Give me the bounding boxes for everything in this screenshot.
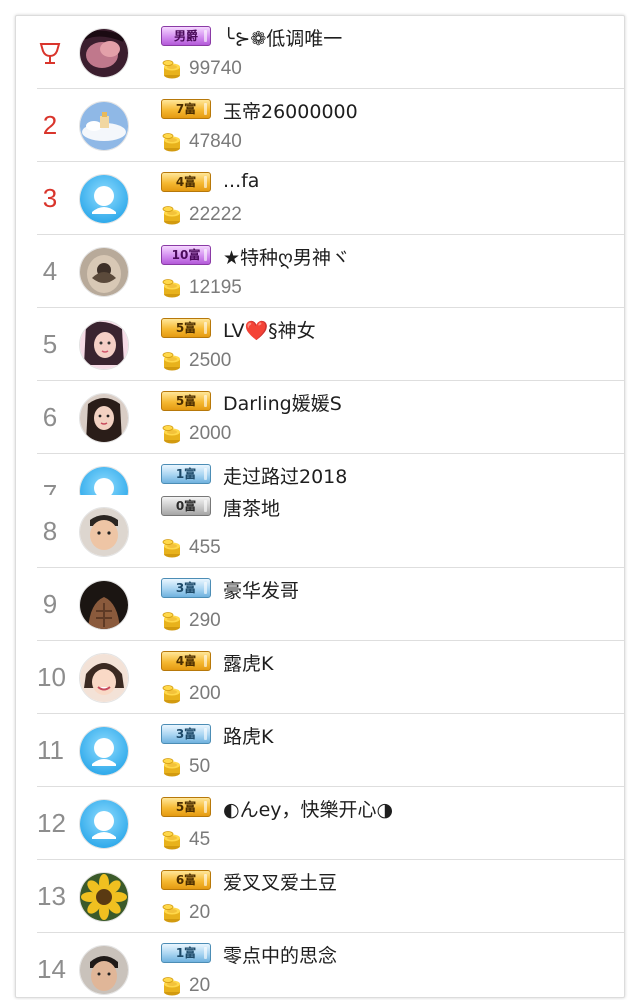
user-name[interactable]: 露虎K bbox=[223, 649, 273, 676]
user-name[interactable]: 唐茶地 bbox=[223, 494, 280, 521]
leaderboard-panel: 男爵 ╰⊱❁低调唯一 99740 2 7富 玉帝26000000 47840 3 4富 ...fa… bbox=[15, 15, 625, 998]
rank-number: 13 bbox=[37, 881, 66, 911]
leaderboard-row[interactable]: 男爵 ╰⊱❁低调唯一 99740 bbox=[37, 16, 624, 89]
rank-number: 4 bbox=[42, 256, 58, 286]
coin-score: 45 bbox=[189, 829, 211, 850]
user-name[interactable]: ◐んey，快樂开心◑ bbox=[223, 795, 393, 822]
user-name[interactable]: Darling媛媛S bbox=[223, 389, 342, 416]
coin-score: 50 bbox=[189, 756, 211, 777]
coin-icon bbox=[161, 756, 183, 778]
leaderboard-row[interactable]: 12 5富 ◐んey，快樂开心◑ 45 bbox=[37, 787, 624, 860]
coin-icon bbox=[161, 829, 183, 851]
wealth-badge: 1富 bbox=[161, 943, 211, 963]
leaderboard-row[interactable]: 11 3富 路虎K 50 bbox=[37, 714, 624, 787]
coin-score: 22222 bbox=[189, 204, 242, 225]
user-name[interactable]: LV❤️§神女 bbox=[223, 316, 316, 343]
coin-score: 455 bbox=[189, 537, 221, 558]
leaderboard-row[interactable]: 14 1富 零点中的思念 20 bbox=[37, 933, 624, 997]
user-name[interactable]: ...fa bbox=[223, 170, 259, 192]
avatar[interactable] bbox=[79, 247, 129, 297]
avatar[interactable] bbox=[79, 101, 129, 151]
leaderboard-row[interactable]: 9 3富 豪华发哥 290 bbox=[37, 568, 624, 641]
wealth-badge: 10富 bbox=[161, 245, 211, 265]
rank-number: 2 bbox=[42, 110, 58, 140]
leaderboard-row[interactable]: 4 10富 ★特种ღ男神ヾ 12195 bbox=[37, 235, 624, 308]
rank-number: 12 bbox=[37, 808, 66, 838]
coin-score: 12195 bbox=[189, 277, 242, 298]
leaderboard-row[interactable]: 10 4富 露虎K 200 bbox=[37, 641, 624, 714]
wealth-badge: 3富 bbox=[161, 578, 211, 598]
wealth-badge: 3富 bbox=[161, 724, 211, 744]
leaderboard-row[interactable]: 13 6富 爱叉叉爱土豆 20 bbox=[37, 860, 624, 933]
avatar[interactable] bbox=[79, 466, 129, 495]
leaderboard-row[interactable]: 3 4富 ...fa 22222 bbox=[37, 162, 624, 235]
avatar[interactable] bbox=[79, 320, 129, 370]
rank-number: 3 bbox=[42, 183, 58, 213]
rank-number: 9 bbox=[42, 589, 58, 619]
wealth-badge: 6富 bbox=[161, 870, 211, 890]
wealth-badge: 4富 bbox=[161, 172, 211, 192]
avatar[interactable] bbox=[79, 507, 129, 557]
rank-number: 14 bbox=[37, 954, 66, 984]
avatar[interactable] bbox=[79, 799, 129, 849]
rank-number: 11 bbox=[37, 735, 64, 765]
user-name[interactable]: ╰⊱❁低调唯一 bbox=[223, 24, 342, 51]
coin-icon bbox=[161, 537, 183, 559]
user-name[interactable]: 路虎K bbox=[223, 722, 273, 749]
coin-score: 47840 bbox=[189, 131, 242, 152]
coin-score: 20 bbox=[189, 902, 211, 923]
wealth-badge: 4富 bbox=[161, 651, 211, 671]
wealth-badge: 0富 bbox=[161, 496, 211, 516]
leaderboard-row[interactable]: 6 5富 Darling媛媛S 2000 bbox=[37, 381, 624, 454]
leaderboard-row[interactable]: 2 7富 玉帝26000000 47840 bbox=[37, 89, 624, 162]
user-name[interactable]: 走过路过2018 bbox=[223, 462, 347, 489]
wealth-badge: 5富 bbox=[161, 391, 211, 411]
rank-number: 10 bbox=[37, 662, 66, 692]
user-name[interactable]: 爱叉叉爱土豆 bbox=[223, 868, 337, 895]
wealth-badge: 男爵 bbox=[161, 26, 211, 46]
coin-score: 2500 bbox=[189, 350, 232, 371]
user-name[interactable]: 玉帝26000000 bbox=[223, 97, 358, 124]
rank-number: 7 bbox=[42, 479, 58, 495]
coin-icon bbox=[161, 423, 183, 445]
trophy-icon bbox=[39, 43, 61, 65]
coin-score: 20 bbox=[189, 975, 211, 996]
rank-number: 5 bbox=[42, 329, 58, 359]
coin-icon bbox=[161, 902, 183, 924]
rank-number: 8 bbox=[42, 516, 58, 546]
coin-score: 200 bbox=[189, 683, 221, 704]
coin-score: 99740 bbox=[189, 58, 242, 79]
leaderboard-list[interactable]: 男爵 ╰⊱❁低调唯一 99740 2 7富 玉帝26000000 47840 3 4富 ...fa… bbox=[16, 16, 624, 997]
coin-icon bbox=[161, 58, 183, 80]
wealth-badge: 5富 bbox=[161, 318, 211, 338]
avatar[interactable] bbox=[79, 872, 129, 922]
leaderboard-row[interactable]: 7 1富 走过路过2018 bbox=[37, 454, 624, 495]
wealth-badge: 5富 bbox=[161, 797, 211, 817]
avatar[interactable] bbox=[79, 945, 129, 995]
coin-icon bbox=[161, 683, 183, 705]
user-name[interactable]: 零点中的思念 bbox=[223, 941, 337, 968]
avatar[interactable] bbox=[79, 726, 129, 776]
wealth-badge: 1富 bbox=[161, 464, 211, 484]
coin-score: 2000 bbox=[189, 423, 232, 444]
user-name[interactable]: ★特种ღ男神ヾ bbox=[223, 243, 350, 270]
rank-number: 6 bbox=[42, 402, 58, 432]
avatar[interactable] bbox=[79, 653, 129, 703]
coin-score: 290 bbox=[189, 610, 221, 631]
rank-number bbox=[37, 16, 63, 88]
leaderboard-row[interactable]: 8 0富 唐茶地 455 bbox=[37, 495, 624, 568]
coin-icon bbox=[161, 610, 183, 632]
avatar[interactable] bbox=[79, 393, 129, 443]
coin-icon bbox=[161, 350, 183, 372]
avatar[interactable] bbox=[79, 174, 129, 224]
coin-icon bbox=[161, 975, 183, 997]
wealth-badge: 7富 bbox=[161, 99, 211, 119]
coin-icon bbox=[161, 131, 183, 153]
coin-icon bbox=[161, 277, 183, 299]
coin-icon bbox=[161, 204, 183, 226]
avatar[interactable] bbox=[79, 28, 129, 78]
avatar[interactable] bbox=[79, 580, 129, 630]
user-name[interactable]: 豪华发哥 bbox=[223, 576, 299, 603]
leaderboard-row[interactable]: 5 5富 LV❤️§神女 2500 bbox=[37, 308, 624, 381]
